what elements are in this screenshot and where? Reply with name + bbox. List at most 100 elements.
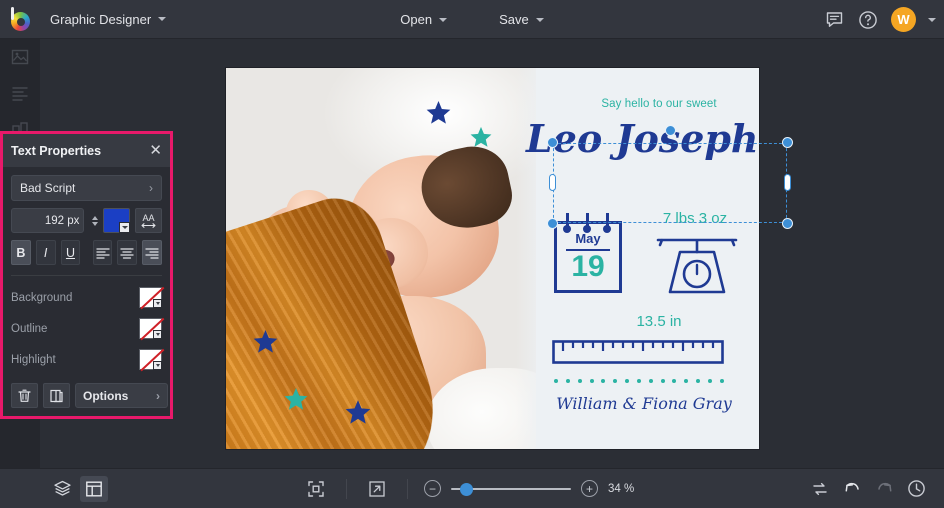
layout-panel-icon[interactable]: [80, 475, 108, 502]
top-right-actions: W: [823, 0, 936, 39]
selection-bounding-box: [553, 143, 787, 223]
color-dropdown-caret-icon[interactable]: [153, 330, 162, 339]
zoom-in-button[interactable]: +: [581, 480, 598, 497]
fit-to-screen-icon[interactable]: [302, 476, 330, 502]
stepper-up-icon[interactable]: [92, 215, 99, 220]
save-menu-button[interactable]: Save: [487, 7, 556, 33]
italic-label: I: [43, 245, 48, 260]
card-parents[interactable]: William & Fiona Gray: [544, 394, 744, 413]
avatar-initial: W: [897, 12, 910, 27]
color-dropdown-caret-icon[interactable]: [119, 222, 131, 233]
highlight-label: Highlight: [11, 353, 56, 366]
panel-footer-actions: Options ›: [11, 383, 168, 408]
outline-property-row: Outline: [11, 313, 162, 344]
chat-bubble-icon[interactable]: [823, 9, 845, 31]
bold-button[interactable]: B: [11, 240, 31, 265]
align-right-icon[interactable]: [142, 240, 162, 265]
panel-header: Text Properties ✕: [3, 134, 170, 167]
save-menu-label: Save: [499, 12, 529, 27]
options-button[interactable]: Options ›: [75, 383, 168, 408]
star-shape[interactable]: [470, 126, 492, 153]
panel-title: Text Properties: [11, 143, 102, 158]
highlight-property-row: Highlight: [11, 344, 162, 375]
resize-handle-bottom-left[interactable]: [547, 218, 558, 229]
text-selection-handles[interactable]: [547, 125, 793, 229]
zoom-out-button[interactable]: −: [424, 480, 441, 497]
layers-icon[interactable]: [48, 476, 76, 502]
color-dropdown-caret-icon[interactable]: [153, 299, 162, 308]
ruler-icon: [552, 340, 724, 364]
chevron-down-icon: [158, 17, 167, 21]
card-birth-month: May: [575, 231, 601, 246]
underline-button[interactable]: U: [60, 240, 81, 265]
outline-color-swatch[interactable]: [139, 318, 162, 339]
resize-handle-bottom-right[interactable]: [782, 218, 793, 229]
chevron-down-icon: [535, 17, 544, 22]
avatar-chevron-down-icon[interactable]: [928, 17, 936, 22]
help-circle-icon[interactable]: [857, 9, 879, 31]
redo-icon[interactable]: [870, 476, 898, 502]
font-size-input[interactable]: 192 px: [11, 208, 85, 233]
background-color-swatch[interactable]: [139, 287, 162, 308]
expand-arrow-icon[interactable]: [363, 476, 391, 502]
dots-divider: [554, 379, 724, 385]
star-shape[interactable]: [345, 399, 371, 430]
align-left-icon[interactable]: [92, 240, 113, 265]
card-length[interactable]: 13.5 in: [564, 313, 754, 330]
star-shape[interactable]: [284, 387, 308, 416]
font-family-select[interactable]: Bad Script ›: [11, 175, 162, 201]
app-title-menu[interactable]: Graphic Designer: [40, 6, 176, 32]
highlight-color-swatch[interactable]: [139, 349, 162, 370]
zoom-slider[interactable]: [451, 482, 571, 496]
font-size-stepper[interactable]: [92, 215, 99, 226]
align-center-icon[interactable]: [117, 240, 138, 265]
options-label: Options: [83, 388, 129, 403]
open-menu-label: Open: [400, 12, 433, 27]
format-buttons: B I U: [11, 240, 162, 265]
underline-label: U: [65, 245, 75, 260]
outline-label: Outline: [11, 322, 48, 335]
trash-icon[interactable]: [11, 383, 38, 408]
app-window: Graphic Designer Open Save W Say hello t…: [0, 0, 944, 508]
zoom-slider-knob[interactable]: [460, 482, 473, 496]
bottom-bar: − + 34 %: [0, 468, 944, 508]
weight-scale-icon: [650, 234, 744, 296]
stepper-down-icon[interactable]: [92, 221, 99, 226]
letter-spacing-icon[interactable]: AA: [135, 208, 162, 233]
zoom-out-label: −: [428, 481, 436, 496]
compare-swap-icon[interactable]: [806, 476, 834, 502]
font-size-value: 192 px: [44, 214, 80, 227]
avatar[interactable]: W: [891, 7, 916, 32]
resize-handle-top-left[interactable]: [547, 137, 558, 148]
duplicate-icon[interactable]: [43, 383, 70, 408]
chevron-right-icon: ›: [156, 388, 160, 403]
open-menu-button[interactable]: Open: [388, 7, 459, 33]
rotate-handle[interactable]: [665, 125, 676, 136]
text-tool-icon[interactable]: [0, 75, 40, 111]
color-dropdown-caret-icon[interactable]: [153, 361, 162, 370]
resize-handle-right[interactable]: [784, 174, 791, 191]
undo-icon[interactable]: [838, 476, 866, 502]
card-birth-day: 19: [571, 250, 605, 283]
app-logo[interactable]: [0, 0, 40, 39]
artboard[interactable]: Say hello to our sweet Leo Joseph May 19…: [226, 68, 759, 449]
panel-body: Bad Script › 192 px AA B I U Background …: [3, 167, 170, 383]
top-bar: Graphic Designer Open Save W: [0, 0, 944, 39]
italic-button[interactable]: I: [35, 240, 56, 265]
resize-handle-top-right[interactable]: [782, 137, 793, 148]
svg-text:AA: AA: [143, 213, 155, 223]
chevron-right-icon: ›: [149, 181, 153, 195]
background-property-row: Background: [11, 282, 162, 313]
star-shape[interactable]: [426, 100, 451, 130]
font-color-swatch[interactable]: [103, 208, 131, 233]
history-clock-icon[interactable]: [902, 476, 930, 502]
image-tool-icon[interactable]: [0, 39, 40, 75]
text-properties-panel: Text Properties ✕ Bad Script › 192 px AA…: [0, 131, 173, 419]
close-icon[interactable]: ✕: [149, 143, 162, 158]
star-shape[interactable]: [253, 329, 278, 359]
calendar-icon[interactable]: May 19: [554, 213, 622, 293]
background-label: Background: [11, 291, 73, 304]
resize-handle-left[interactable]: [549, 174, 556, 191]
card-tagline[interactable]: Say hello to our sweet: [564, 98, 754, 110]
canvas-area[interactable]: Say hello to our sweet Leo Joseph May 19…: [40, 39, 944, 468]
